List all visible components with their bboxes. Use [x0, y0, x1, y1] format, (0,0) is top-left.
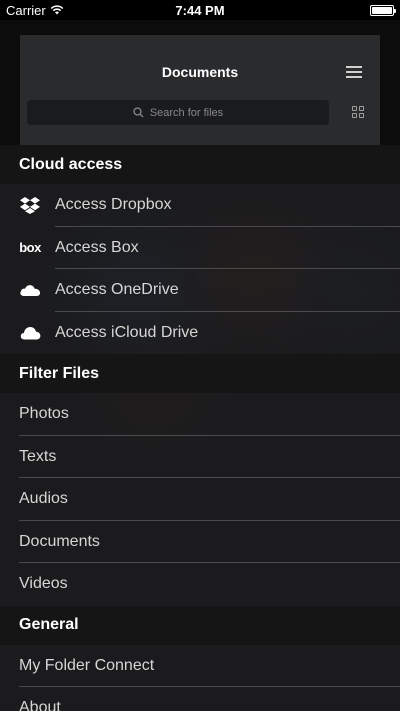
icloud-icon: [19, 322, 41, 344]
documents-header-panel: Documents Search for files: [20, 35, 380, 145]
menu-item-label: Documents: [19, 532, 100, 550]
status-bar: Carrier 7:44 PM: [0, 0, 400, 20]
menu-item-label: Access Dropbox: [55, 196, 172, 214]
menu-item-label: Access iCloud Drive: [55, 323, 199, 341]
menu-item-icloud[interactable]: Access iCloud Drive: [0, 312, 400, 355]
section-header-cloud-access: Cloud access: [0, 145, 400, 184]
menu-item-photos[interactable]: Photos: [0, 393, 400, 436]
menu-item-label: Audios: [19, 490, 68, 508]
carrier-label: Carrier: [6, 2, 46, 18]
menu-item-label: Texts: [19, 447, 57, 465]
menu-item-videos[interactable]: Videos: [0, 563, 400, 606]
menu-item-box[interactable]: box Access Box: [0, 227, 400, 270]
side-menu: Cloud access Access Dropbox box Access B…: [0, 145, 400, 711]
status-left: Carrier: [6, 3, 64, 18]
search-icon: [133, 107, 144, 118]
documents-title: Documents: [161, 64, 239, 80]
section-header-filter-files: Filter Files: [0, 354, 400, 393]
menu-item-label: Access Box: [55, 238, 139, 256]
menu-item-label: My Folder Connect: [19, 656, 155, 674]
menu-item-audios[interactable]: Audios: [0, 478, 400, 521]
menu-item-onedrive[interactable]: Access OneDrive: [0, 269, 400, 312]
menu-item-about[interactable]: About: [0, 687, 400, 711]
menu-item-my-folder-connect[interactable]: My Folder Connect: [0, 645, 400, 688]
search-field[interactable]: Search for files: [27, 100, 329, 125]
menu-item-dropbox[interactable]: Access Dropbox: [0, 184, 400, 227]
battery-icon: [370, 4, 396, 16]
menu-item-documents[interactable]: Documents: [0, 521, 400, 564]
search-placeholder: Search for files: [149, 106, 224, 119]
box-icon: box: [19, 240, 41, 256]
menu-item-label: About: [19, 699, 61, 711]
onedrive-icon: [19, 279, 41, 301]
section-header-general: General: [0, 605, 400, 645]
menu-item-label: Videos: [19, 575, 68, 593]
menu-icon[interactable]: [346, 66, 362, 81]
menu-item-texts[interactable]: Texts: [0, 436, 400, 479]
menu-item-label: Access OneDrive: [55, 281, 179, 299]
dropbox-icon: [19, 194, 41, 216]
menu-item-label: Photos: [19, 405, 69, 423]
wifi-icon: [50, 5, 64, 15]
grid-view-icon[interactable]: [352, 106, 364, 118]
